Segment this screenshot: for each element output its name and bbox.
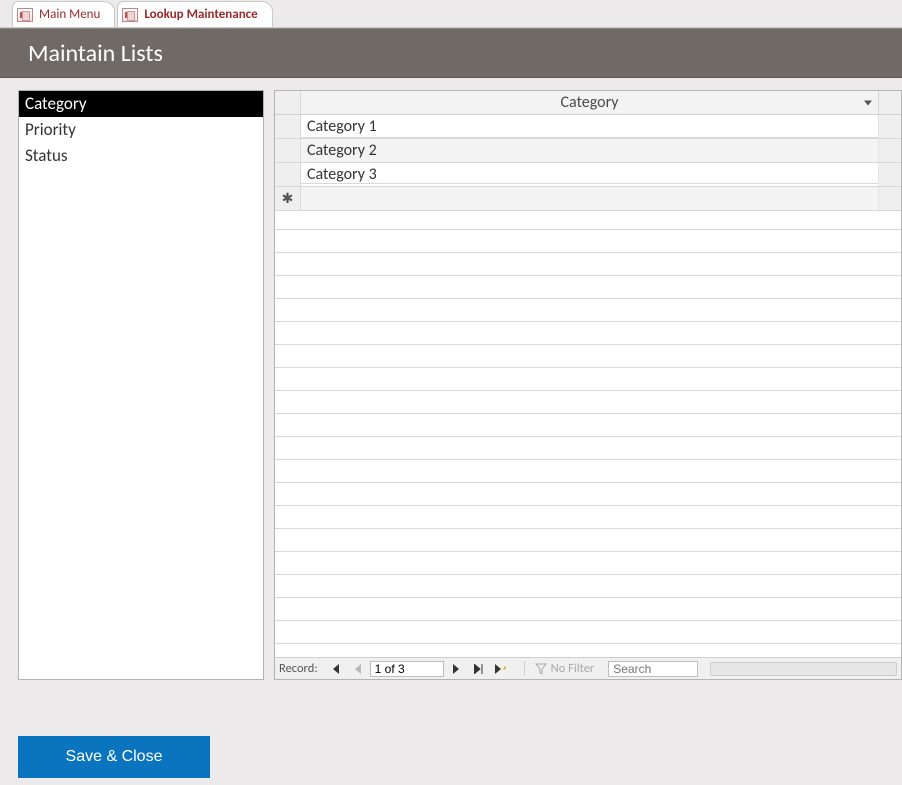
sidebar-item-category[interactable]: Category (19, 91, 263, 117)
sidebar-item-label: Status (25, 145, 68, 166)
prev-icon (353, 664, 361, 674)
save-and-close-button[interactable]: Save & Close (18, 736, 210, 778)
first-record-button[interactable] (326, 661, 344, 677)
new-record-button[interactable] (492, 661, 510, 677)
first-icon (330, 664, 340, 674)
row-selector[interactable] (275, 139, 301, 163)
record-label: Record: (279, 661, 318, 676)
next-record-button[interactable] (448, 661, 466, 677)
table-row[interactable]: Category 1 (275, 115, 901, 139)
form-icon (17, 8, 33, 22)
lookup-list: Category Priority Status (18, 90, 264, 680)
cell-value: Category 2 (307, 141, 377, 160)
filter-label: No Filter (551, 661, 595, 676)
button-label: Save & Close (66, 748, 163, 765)
sidebar-item-priority[interactable]: Priority (19, 117, 263, 143)
new-record-icon (495, 664, 507, 674)
page-header: Maintain Lists (0, 28, 902, 78)
table-row[interactable]: Category 2 (275, 139, 901, 163)
column-tail (879, 91, 901, 114)
row-selector-header[interactable] (275, 91, 301, 114)
data-grid: Category Category 1 Category 2 (274, 90, 902, 680)
record-position-input[interactable] (370, 661, 444, 677)
grid-body[interactable]: Category 1 Category 2 Category 3 (275, 115, 901, 657)
tab-lookup-maintenance[interactable]: Lookup Maintenance (117, 1, 272, 27)
row-tail (879, 187, 901, 211)
column-header-label: Category (561, 93, 619, 112)
page-title: Maintain Lists (28, 39, 163, 68)
cell-category[interactable]: Category 3 (301, 163, 879, 187)
table-row[interactable]: Category 3 (275, 163, 901, 187)
sidebar-item-status[interactable]: Status (19, 143, 263, 169)
filter-icon (535, 663, 547, 675)
column-header-category[interactable]: Category (301, 91, 879, 114)
column-header-row: Category (275, 91, 901, 115)
dropdown-icon (864, 100, 872, 105)
sidebar-item-label: Category (25, 93, 87, 114)
cell-value: Category 1 (307, 117, 377, 136)
tab-main-menu[interactable]: Main Menu (12, 1, 115, 27)
row-selector[interactable] (275, 115, 301, 139)
filter-indicator[interactable]: No Filter (524, 661, 595, 676)
cell-category[interactable] (301, 187, 879, 211)
cell-category[interactable]: Category 1 (301, 115, 879, 139)
new-record-row[interactable]: ✱ (275, 187, 901, 211)
form-icon (122, 8, 138, 22)
new-record-marker[interactable]: ✱ (275, 187, 301, 211)
sidebar-item-label: Priority (25, 119, 76, 140)
next-icon (453, 664, 461, 674)
cell-category[interactable]: Category 2 (301, 139, 879, 163)
asterisk-icon: ✱ (282, 190, 294, 207)
row-selector[interactable] (275, 163, 301, 187)
main-content: Category Priority Status Category Catego… (0, 78, 902, 680)
search-input[interactable] (608, 661, 698, 677)
tab-label: Lookup Maintenance (144, 7, 257, 22)
row-tail (879, 163, 901, 187)
last-record-button[interactable] (470, 661, 488, 677)
cell-value: Category 3 (307, 165, 377, 184)
last-icon (474, 664, 484, 674)
record-navigator: Record: No Filter (275, 657, 901, 679)
row-tail (879, 115, 901, 139)
tab-label: Main Menu (39, 7, 100, 22)
tab-strip: Main Menu Lookup Maintenance (0, 0, 902, 28)
prev-record-button[interactable] (348, 661, 366, 677)
horizontal-scrollbar[interactable] (710, 662, 897, 676)
row-tail (879, 139, 901, 163)
